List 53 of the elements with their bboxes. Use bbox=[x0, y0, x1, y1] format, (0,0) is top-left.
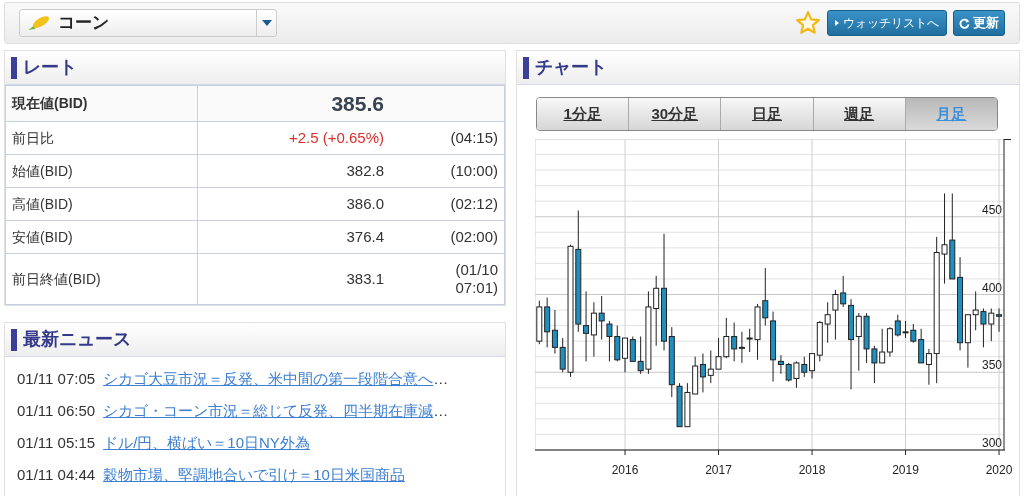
rate-value: +2.5 (+0.65%) bbox=[288, 127, 384, 148]
section-title: チャート bbox=[535, 56, 607, 79]
header-accent-bar bbox=[11, 328, 17, 351]
rate-label: 高値(BID) bbox=[12, 194, 73, 214]
period-tab[interactable]: 日足 bbox=[721, 98, 814, 130]
news-time: 01/11 06:50 bbox=[17, 400, 96, 421]
y-axis-label: 450 bbox=[981, 202, 1002, 217]
x-axis-label: 2020 bbox=[985, 463, 1013, 477]
star-icon[interactable] bbox=[795, 10, 821, 36]
news-time: 01/11 07:05 bbox=[17, 368, 96, 389]
period-tab[interactable]: 週足 bbox=[813, 98, 906, 130]
rate-value: 385.6 bbox=[331, 90, 384, 117]
x-axis-label: 2018 bbox=[798, 463, 826, 477]
rate-label: 前日終値(BID) bbox=[12, 269, 101, 289]
period-tab[interactable]: 30分足 bbox=[629, 98, 722, 130]
y-axis-label: 350 bbox=[981, 358, 1002, 373]
rate-value: 376.4 bbox=[346, 226, 384, 247]
watchlist-button[interactable]: ウォッチリストへ bbox=[827, 10, 947, 36]
rate-label: 現在値(BID) bbox=[12, 94, 88, 113]
rate-label: 始値(BID) bbox=[12, 161, 73, 181]
rate-value: 386.0 bbox=[346, 193, 384, 214]
rate-value: 382.8 bbox=[346, 160, 384, 181]
rate-time: (02:12) bbox=[449, 195, 498, 213]
x-axis-label: 2017 bbox=[705, 463, 732, 477]
x-axis-label: 2019 bbox=[892, 463, 919, 477]
rate-time: (01/10 07:01) bbox=[454, 261, 498, 297]
refresh-icon bbox=[959, 17, 970, 29]
news-link[interactable]: シカゴ大豆市況＝反発、米中間の第一段階合意へ bbox=[103, 367, 434, 391]
period-tab[interactable]: 1分足 bbox=[537, 98, 630, 130]
header-accent-bar bbox=[523, 56, 529, 79]
triangle-icon bbox=[835, 20, 839, 26]
news-link[interactable]: ドル/円、横ばい＝10日NY外為 bbox=[103, 431, 310, 455]
rate-label: 前日比 bbox=[12, 128, 54, 148]
rate-label: 安値(BID) bbox=[12, 227, 73, 247]
news-link[interactable]: 穀物市場、堅調地合いで引け＝10日米国商品 bbox=[103, 463, 405, 487]
corn-icon bbox=[26, 14, 50, 32]
rate-time: (02:00) bbox=[449, 228, 498, 246]
truncation-ellipsis: … bbox=[433, 368, 449, 389]
header-accent-bar bbox=[11, 56, 17, 79]
commodity-select[interactable]: コーン bbox=[19, 9, 277, 37]
news-time: 01/11 04:44 bbox=[17, 464, 96, 485]
truncation-ellipsis: … bbox=[433, 400, 449, 421]
section-title: 最新ニュース bbox=[23, 328, 131, 351]
y-axis-label: 400 bbox=[981, 280, 1002, 295]
news-link[interactable]: シカゴ・コーン市況＝総じて反発、四半期在庫減 bbox=[103, 399, 434, 423]
x-axis-label: 2016 bbox=[611, 463, 639, 477]
news-time: 01/11 05:15 bbox=[17, 432, 96, 453]
rate-time: (04:15) bbox=[449, 129, 498, 147]
section-title: レート bbox=[23, 56, 77, 79]
y-axis-label: 300 bbox=[981, 436, 1002, 450]
refresh-button[interactable]: 更新 bbox=[953, 10, 1005, 36]
rate-value: 383.1 bbox=[346, 268, 384, 289]
rate-time: (10:00) bbox=[449, 162, 498, 180]
